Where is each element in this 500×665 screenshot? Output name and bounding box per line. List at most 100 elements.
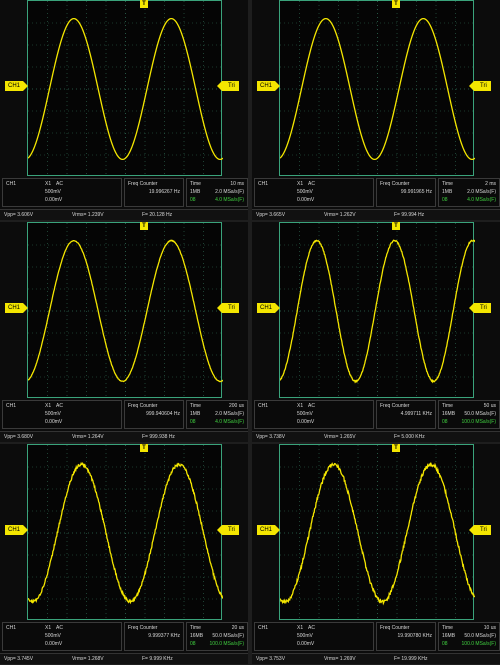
volts-per-div: 500mV <box>45 411 61 417</box>
live-sample-rate: 4.0 MSa/s(F) <box>215 197 244 203</box>
timebase-box[interactable]: Time 20 us 16MB 50.0 MSa/s(F) 08 100.0 M… <box>186 622 248 651</box>
channel-name: CH1 <box>6 625 17 631</box>
frequency-measurement: F= 9.999 KHz <box>142 656 173 662</box>
time-per-div: 2 ms <box>485 181 496 187</box>
vertical-offset: 0.00mV <box>297 419 315 425</box>
time-title: Time <box>190 181 201 187</box>
info-bar: CH1 X1 AC 500mV 0.00mV Freq Counter 99.9… <box>252 178 500 208</box>
live-sample-rate: 4.0 MSa/s(F) <box>467 197 496 203</box>
time-title: Time <box>442 181 453 187</box>
timebase-box[interactable]: Time 2 ms 1MB 2.0 MSa/s(F) 08 4.0 MSa/s(… <box>438 178 500 207</box>
coupling: AC <box>308 403 315 409</box>
channel1-level-marker[interactable]: CH1 <box>257 525 281 535</box>
freq-counter-value: 9.999377 KHz <box>148 633 180 639</box>
channel-settings-box[interactable]: CH1 X1 AC 500mV 0.00mV <box>254 622 374 651</box>
channel1-level-marker[interactable]: CH1 <box>5 525 29 535</box>
sample-rate: 50.0 MSa/s(F) <box>212 633 244 639</box>
timebase-box[interactable]: Time 50 us 16MB 50.0 MSa/s(F) 08 100.0 M… <box>438 400 500 429</box>
channel1-level-marker[interactable]: CH1 <box>5 303 29 313</box>
vpp-measurement: Vpp= 3.606V <box>4 212 34 218</box>
channel-settings-box[interactable]: CH1 X1 AC 500mV 0.00mV <box>2 622 122 651</box>
sample-rate: 50.0 MSa/s(F) <box>464 633 496 639</box>
freq-counter-value: 4.999711 KHz <box>400 411 432 417</box>
memory-depth: 16MB <box>442 411 456 417</box>
scope-panel-2: T CH1 Tri CH1 X1 AC 500mV 0.00mV Freq Co… <box>252 0 500 220</box>
info-bar: CH1 X1 AC 500mV 0.00mV Freq Counter 19.9… <box>252 622 500 652</box>
freq-counter-box: Freq Counter 4.999711 KHz <box>376 400 436 429</box>
vpp-measurement: Vpp= 3.753V <box>256 656 286 662</box>
probe-ratio: X1 <box>45 403 52 409</box>
trigger-position-marker[interactable]: T <box>140 444 148 452</box>
time-per-div: 10 us <box>483 625 496 631</box>
channel1-level-marker[interactable]: CH1 <box>257 81 281 91</box>
trigger-position-marker[interactable]: T <box>392 0 400 8</box>
trigger-position-marker[interactable]: T <box>392 444 400 452</box>
channel-name: CH1 <box>6 403 17 409</box>
sample-rate: 50.0 MSa/s(F) <box>464 411 496 417</box>
channel1-level-marker[interactable]: CH1 <box>5 81 29 91</box>
frequency-measurement: F= 999.938 Hz <box>142 434 175 440</box>
time-title: Time <box>442 625 453 631</box>
timebase-box[interactable]: Time 10 us 16MB 50.0 MSa/s(F) 08 100.0 M… <box>438 622 500 651</box>
trigger-position-marker[interactable]: T <box>140 0 148 8</box>
trigger-position-marker[interactable]: T <box>392 222 400 230</box>
timebase-box[interactable]: Time 200 us 1MB 2.0 MSa/s(F) 08 4.0 MSa/… <box>186 400 248 429</box>
trigger-level-marker[interactable]: Tri <box>217 525 239 535</box>
frequency-measurement: F= 20.128 Hz <box>142 212 173 218</box>
waveform-display[interactable] <box>27 222 223 399</box>
coupling: AC <box>56 181 63 187</box>
channel-settings-box[interactable]: CH1 X1 AC 500mV 0.00mV <box>254 400 374 429</box>
freq-counter-title: Freq Counter <box>380 403 410 409</box>
waveform-display[interactable] <box>27 444 223 621</box>
acq-mode: 08 <box>190 197 196 203</box>
vertical-offset: 0.00mV <box>297 641 315 647</box>
channel-settings-box[interactable]: CH1 X1 AC 500mV 0.00mV <box>254 178 374 207</box>
waveform-display[interactable] <box>279 444 475 621</box>
timebase-box[interactable]: Time 10 ms 1MB 2.0 MSa/s(F) 08 4.0 MSa/s… <box>186 178 248 207</box>
channel-settings-box[interactable]: CH1 X1 AC 500mV 0.00mV <box>2 400 122 429</box>
channel-name: CH1 <box>258 403 269 409</box>
waveform-display[interactable] <box>279 222 475 399</box>
volts-per-div: 500mV <box>45 633 61 639</box>
live-sample-rate: 100.0 MSa/s(F) <box>461 419 496 425</box>
freq-counter-box: Freq Counter 19.996267 Hz <box>124 178 184 207</box>
trigger-position-marker[interactable]: T <box>140 222 148 230</box>
scope-panel-4: T CH1 Tri CH1 X1 AC 500mV 0.00mV Freq Co… <box>252 222 500 442</box>
trigger-level-marker[interactable]: Tri <box>469 303 491 313</box>
coupling: AC <box>308 625 315 631</box>
volts-per-div: 500mV <box>297 189 313 195</box>
measurement-bar: Vpp= 3.665V Vrms= 1.262V F= 99.994 Hz <box>252 209 500 220</box>
probe-ratio: X1 <box>297 403 304 409</box>
scope-panel-3: T CH1 Tri CH1 X1 AC 500mV 0.00mV Freq Co… <box>0 222 248 442</box>
freq-counter-title: Freq Counter <box>128 403 158 409</box>
channel1-level-marker[interactable]: CH1 <box>257 303 281 313</box>
scope-panel-6: T CH1 Tri CH1 X1 AC 500mV 0.00mV Freq Co… <box>252 444 500 664</box>
waveform-svg <box>28 1 223 177</box>
measurement-bar: Vpp= 3.738V Vrms= 1.265V F= 5.000 KHz <box>252 431 500 442</box>
trigger-level-marker[interactable]: Tri <box>469 525 491 535</box>
ch1-trace <box>280 17 475 161</box>
graticule <box>280 1 475 177</box>
channel-settings-box[interactable]: CH1 X1 AC 500mV 0.00mV <box>2 178 122 207</box>
trigger-level-marker[interactable]: Tri <box>217 303 239 313</box>
freq-counter-title: Freq Counter <box>128 181 158 187</box>
trigger-level-marker[interactable]: Tri <box>469 81 491 91</box>
measurement-bar: Vpp= 3.680V Vrms= 1.264V F= 999.938 Hz <box>0 431 248 442</box>
vertical-offset: 0.00mV <box>297 197 315 203</box>
freq-counter-value: 999.940604 Hz <box>146 411 180 417</box>
acq-mode: 08 <box>442 641 448 647</box>
vpp-measurement: Vpp= 3.665V <box>256 212 286 218</box>
time-per-div: 200 us <box>228 403 244 409</box>
acq-mode: 08 <box>442 419 448 425</box>
probe-ratio: X1 <box>297 625 304 631</box>
probe-ratio: X1 <box>45 625 52 631</box>
time-title: Time <box>190 625 201 631</box>
waveform-display[interactable] <box>27 0 223 177</box>
channel-name: CH1 <box>258 181 269 187</box>
vrms-measurement: Vrms= 1.262V <box>324 212 356 218</box>
freq-counter-title: Freq Counter <box>380 181 410 187</box>
freq-counter-title: Freq Counter <box>380 625 410 631</box>
trigger-level-marker[interactable]: Tri <box>217 81 239 91</box>
waveform-display[interactable] <box>279 0 475 177</box>
time-per-div: 50 us <box>483 403 496 409</box>
